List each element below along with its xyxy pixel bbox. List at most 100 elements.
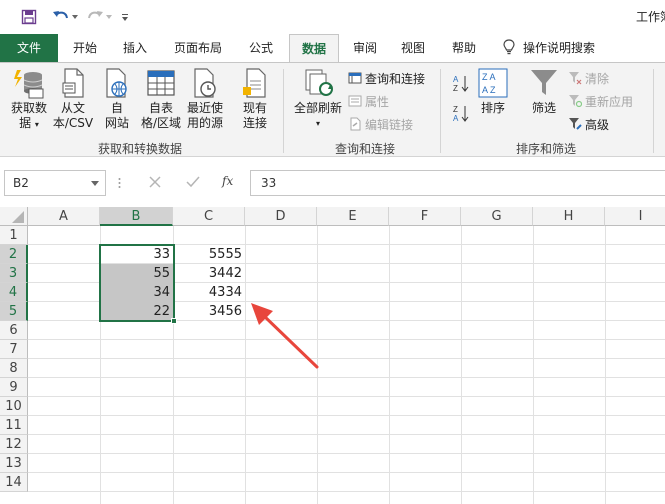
row-header-8[interactable]: 8: [0, 359, 28, 378]
filter-button[interactable]: 筛选: [526, 67, 562, 116]
tab-help[interactable]: 帮助: [441, 34, 487, 62]
enter-check-icon[interactable]: [186, 175, 200, 192]
reapply-icon: [568, 94, 583, 108]
properties-icon: [348, 94, 362, 108]
group-separator: [653, 69, 654, 153]
column-header-f[interactable]: F: [389, 207, 461, 226]
existing-connections-button[interactable]: 现有 连接: [236, 67, 274, 131]
redo-dropdown-icon[interactable]: [104, 6, 114, 28]
row-header-5[interactable]: 5: [0, 302, 28, 321]
row-header-10[interactable]: 10: [0, 397, 28, 416]
cell-c4[interactable]: 4334: [174, 283, 245, 302]
svg-text:Z: Z: [453, 84, 458, 93]
fill-handle[interactable]: [171, 318, 177, 324]
row-header-2[interactable]: 2: [0, 245, 28, 264]
row-header-7[interactable]: 7: [0, 340, 28, 359]
reapply-button[interactable]: 重新应用: [568, 92, 633, 112]
filter-funnel-icon: [528, 67, 560, 99]
sort-label: 排序: [480, 101, 505, 115]
get-data-line1: 获取数: [10, 101, 47, 115]
sort-dialog-icon: Z A A Z: [477, 67, 509, 99]
row-header-9[interactable]: 9: [0, 378, 28, 397]
row-header-12[interactable]: 12: [0, 435, 28, 454]
column-header-d[interactable]: D: [245, 207, 317, 226]
row-header-6[interactable]: 6: [0, 321, 28, 340]
clear-label: 清除: [585, 72, 610, 86]
sort-az-button[interactable]: AZ: [452, 73, 470, 95]
column-header-e[interactable]: E: [317, 207, 389, 226]
tab-file[interactable]: 文件: [0, 34, 58, 62]
cell-c3[interactable]: 3442: [174, 264, 245, 283]
column-header-c[interactable]: C: [173, 207, 245, 226]
reapply-label: 重新应用: [585, 95, 634, 109]
tab-formulas[interactable]: 公式: [238, 34, 284, 62]
redo-icon[interactable]: [84, 6, 106, 28]
undo-dropdown-icon[interactable]: [70, 6, 80, 28]
clear-filter-button[interactable]: 清除: [568, 69, 609, 89]
clock-file-icon: [189, 67, 221, 99]
customize-qat-icon[interactable]: [118, 6, 132, 28]
cancel-icon[interactable]: [148, 175, 162, 192]
save-icon[interactable]: [18, 6, 40, 28]
column-header-h[interactable]: H: [533, 207, 605, 226]
connection-file-icon: [239, 67, 271, 99]
name-box-value: B2: [13, 176, 29, 190]
tell-me-label: 操作说明搜索: [523, 41, 596, 55]
insert-function-icon[interactable]: fx: [222, 174, 233, 188]
advanced-filter-button[interactable]: 高级: [568, 115, 609, 135]
spreadsheet-grid[interactable]: A B C D E F G H I 1 2 3 4 5 6 7 8 9 10 1…: [0, 207, 665, 504]
select-all-button[interactable]: [0, 207, 28, 226]
ribbon-tabs: 文件 开始 插入 页面布局 公式 数据 审阅 视图 帮助 操作说明搜索: [0, 34, 665, 63]
recent-sources-button[interactable]: 最近使 用的源: [183, 67, 227, 131]
undo-icon[interactable]: [50, 6, 72, 28]
row-header-14[interactable]: 14: [0, 473, 28, 492]
row-header-4[interactable]: 4: [0, 283, 28, 302]
cell-c5[interactable]: 3456: [174, 302, 245, 321]
queries-connections-button[interactable]: 查询和连接: [348, 69, 425, 89]
chevron-down-icon: ▾: [315, 119, 320, 128]
row-header-11[interactable]: 11: [0, 416, 28, 435]
gridline: [28, 358, 665, 359]
selection-border: [99, 244, 175, 322]
gridline: [28, 453, 665, 454]
tab-home[interactable]: 开始: [62, 34, 108, 62]
from-table-range-button[interactable]: 自表 格/区域: [138, 67, 184, 131]
gridline: [533, 226, 534, 504]
refresh-icon: [302, 67, 334, 99]
column-header-b[interactable]: B: [100, 207, 173, 226]
column-header-i[interactable]: I: [605, 207, 665, 226]
column-header-g[interactable]: G: [461, 207, 533, 226]
column-header-a[interactable]: A: [28, 207, 100, 226]
formula-bar: B2 fx 33: [0, 157, 665, 207]
properties-button[interactable]: 属性: [348, 92, 389, 112]
from-text-line1: 从文: [60, 101, 85, 115]
from-web-button[interactable]: 自 网站: [98, 67, 136, 131]
chevron-down-icon[interactable]: [91, 181, 99, 186]
gridline: [605, 226, 606, 504]
formula-input[interactable]: 33: [250, 170, 665, 196]
sort-za-button[interactable]: ZA: [452, 103, 470, 125]
sort-button[interactable]: Z A A Z 排序: [476, 67, 510, 116]
formula-buttons: fx: [114, 170, 248, 196]
row-header-1[interactable]: 1: [0, 226, 28, 245]
tab-view[interactable]: 视图: [391, 34, 435, 62]
tab-review[interactable]: 审阅: [343, 34, 387, 62]
tell-me-search[interactable]: 操作说明搜索: [503, 34, 633, 62]
row-header-3[interactable]: 3: [0, 264, 28, 283]
recent-sources-line2: 用的源: [186, 116, 223, 130]
gridline: [28, 472, 665, 473]
name-box[interactable]: B2: [4, 170, 106, 196]
row-header-13[interactable]: 13: [0, 454, 28, 473]
tab-page-layout[interactable]: 页面布局: [162, 34, 234, 62]
edit-links-button[interactable]: 编辑链接: [348, 115, 413, 135]
edit-links-label: 编辑链接: [365, 118, 414, 132]
formula-value: 33: [261, 176, 277, 190]
cell-c2[interactable]: 5555: [174, 245, 245, 264]
tab-data[interactable]: 数据: [289, 34, 339, 63]
gridline: [28, 491, 665, 492]
get-data-button[interactable]: 获取数 据 ▾: [6, 67, 52, 132]
from-text-csv-button[interactable]: 从文 本/CSV: [50, 67, 96, 131]
tab-insert[interactable]: 插入: [112, 34, 158, 62]
group-separator: [440, 69, 441, 153]
refresh-all-button[interactable]: 全部刷新 ▾: [292, 67, 344, 131]
